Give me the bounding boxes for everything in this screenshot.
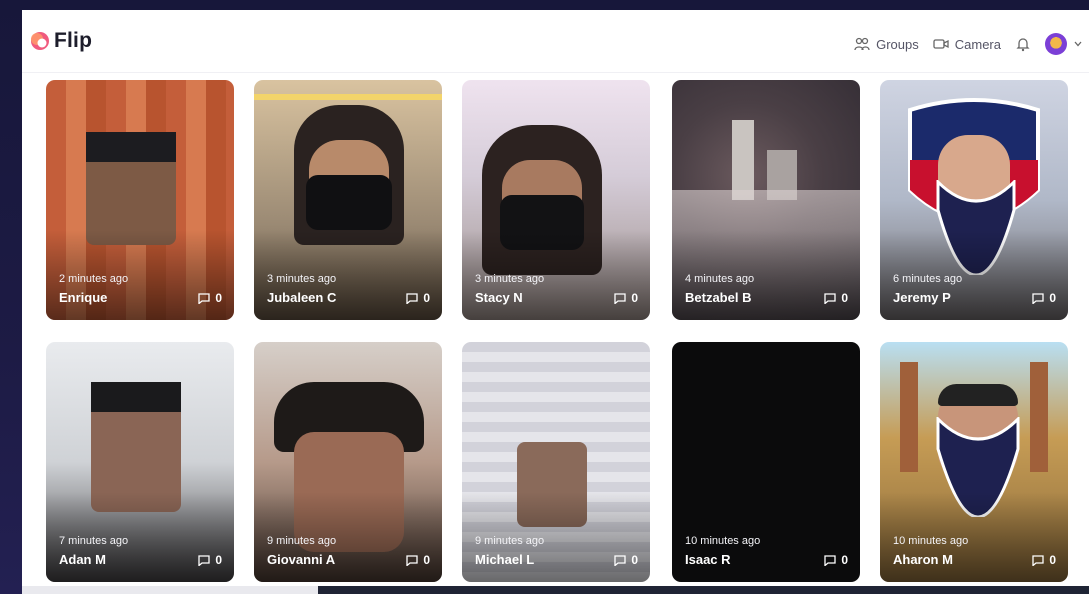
card-time: 6 minutes ago: [893, 273, 963, 285]
video-card[interactable]: 10 minutes ago Isaac R 0: [672, 342, 860, 582]
card-time: 2 minutes ago: [59, 273, 129, 285]
comment-count-value: 0: [841, 291, 848, 305]
card-time: 9 minutes ago: [475, 535, 545, 547]
account-menu[interactable]: [1045, 33, 1083, 55]
flip-logo-icon[interactable]: [28, 30, 50, 52]
video-card[interactable]: 3 minutes ago Stacy N 0: [462, 80, 650, 320]
comment-count-value: 0: [215, 553, 222, 567]
comment-count[interactable]: 0: [824, 291, 848, 305]
comment-count[interactable]: 0: [1032, 291, 1056, 305]
comment-count[interactable]: 0: [824, 553, 848, 567]
chevron-down-icon: [1074, 41, 1082, 47]
comment-icon: [406, 554, 418, 566]
comment-count[interactable]: 0: [198, 553, 222, 567]
card-time: 3 minutes ago: [475, 273, 545, 285]
video-card[interactable]: 2 minutes ago Enrique 0: [46, 80, 234, 320]
hair-block: [91, 382, 181, 412]
top-bar: Flip Groups Camera: [22, 10, 1089, 73]
card-name: Adan M: [59, 552, 106, 567]
card-time: 3 minutes ago: [267, 273, 337, 285]
card-name: Stacy N: [475, 290, 523, 305]
card-name: Aharon M: [893, 552, 953, 567]
card-name: Michael L: [475, 552, 535, 567]
hair-block: [86, 132, 176, 162]
hair-block: [938, 384, 1018, 406]
card-name: Jeremy P: [893, 290, 951, 305]
sparkle-border: [254, 94, 442, 100]
comment-count[interactable]: 0: [406, 291, 430, 305]
comment-count-value: 0: [631, 553, 638, 567]
comment-count-value: 0: [841, 553, 848, 567]
card-name: Jubaleen C: [267, 290, 337, 305]
comment-count[interactable]: 0: [614, 553, 638, 567]
comment-count-value: 0: [1049, 291, 1056, 305]
comment-icon: [1032, 554, 1044, 566]
comment-icon: [614, 292, 626, 304]
camera-icon: [933, 39, 949, 49]
comment-icon: [406, 292, 418, 304]
comment-count-value: 0: [1049, 553, 1056, 567]
card-time: 10 minutes ago: [893, 535, 969, 547]
card-name: Betzabel B: [685, 290, 752, 305]
camera-button[interactable]: Camera: [933, 36, 1001, 52]
card-time: 4 minutes ago: [685, 273, 755, 285]
card-name: Isaac R: [685, 552, 731, 567]
avatar: [1045, 33, 1067, 55]
comment-icon: [614, 554, 626, 566]
video-card[interactable]: 6 minutes ago Jeremy P 0: [880, 80, 1068, 320]
comment-count[interactable]: 0: [198, 291, 222, 305]
pillar-shape: [1030, 362, 1048, 472]
taskbar-dark-section: [318, 586, 1089, 594]
video-card[interactable]: 10 minutes ago Aharon M 0: [880, 342, 1068, 582]
taskbar: [22, 586, 1089, 594]
groups-button[interactable]: Groups: [854, 36, 919, 52]
video-grid: 2 minutes ago Enrique 0 3 minutes ago Ju…: [46, 80, 1089, 588]
video-card[interactable]: 4 minutes ago Betzabel B 0: [672, 80, 860, 320]
building-shape: [732, 120, 754, 200]
comment-count-value: 0: [423, 291, 430, 305]
card-time: 10 minutes ago: [685, 535, 761, 547]
card-time: 7 minutes ago: [59, 535, 129, 547]
groups-label: Groups: [876, 36, 919, 52]
video-card[interactable]: 9 minutes ago Michael L 0: [462, 342, 650, 582]
video-card[interactable]: 3 minutes ago Jubaleen C 0: [254, 80, 442, 320]
bell-icon: [1016, 38, 1030, 52]
top-nav: Groups Camera: [854, 32, 1083, 56]
comment-icon: [198, 554, 210, 566]
comment-count[interactable]: 0: [406, 553, 430, 567]
card-time: 9 minutes ago: [267, 535, 337, 547]
video-card[interactable]: 9 minutes ago Giovanni A 0: [254, 342, 442, 582]
groups-icon: [854, 37, 870, 51]
card-name: Giovanni A: [267, 552, 336, 567]
comment-count[interactable]: 0: [1032, 553, 1056, 567]
comment-icon: [824, 292, 836, 304]
comment-icon: [824, 554, 836, 566]
app-window: Flip Groups Camera 2 minutes ago Enrique…: [22, 10, 1089, 588]
notifications-button[interactable]: [1015, 36, 1031, 52]
comment-count-value: 0: [423, 553, 430, 567]
comment-count-value: 0: [631, 291, 638, 305]
app-title[interactable]: Flip: [54, 29, 92, 53]
camera-label: Camera: [954, 36, 1001, 52]
comment-count-value: 0: [215, 291, 222, 305]
comment-icon: [198, 292, 210, 304]
comment-count[interactable]: 0: [614, 291, 638, 305]
comment-icon: [1032, 292, 1044, 304]
card-name: Enrique: [59, 290, 108, 305]
pillar-shape: [900, 362, 918, 472]
face-mask: [306, 175, 392, 230]
video-card[interactable]: 7 minutes ago Adan M 0: [46, 342, 234, 582]
